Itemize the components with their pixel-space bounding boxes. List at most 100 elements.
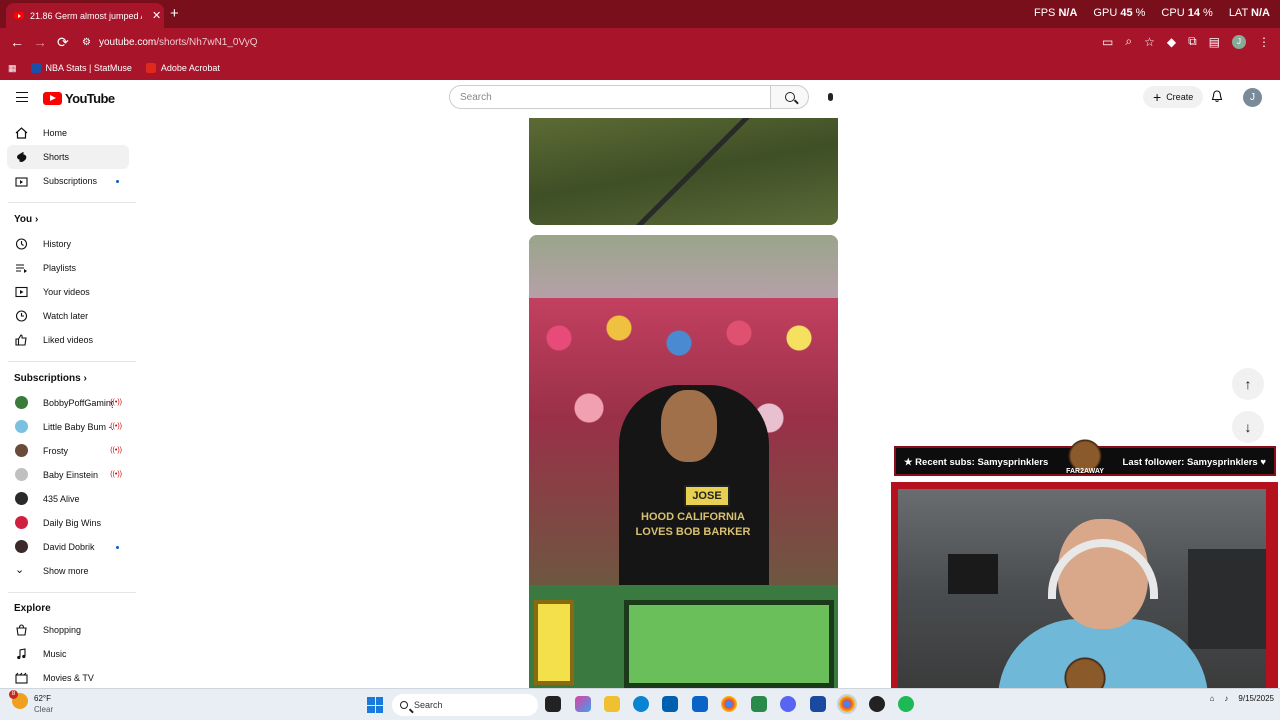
- profile-avatar[interactable]: J: [1232, 34, 1246, 49]
- spotify-icon[interactable]: [898, 696, 914, 712]
- sidebar-item-music[interactable]: Music: [7, 642, 129, 666]
- bookmarks-bar: ▦ NBA Stats | StatMuse Adobe Acrobat: [0, 56, 1280, 80]
- url-field[interactable]: ⚙ youtube.com/shorts/Nh7wN1_0VyQ: [82, 31, 1082, 53]
- sidebar-item-liked-videos[interactable]: Liked videos: [7, 328, 129, 352]
- discord-icon[interactable]: [780, 696, 796, 712]
- volume-icon[interactable]: ♪: [1224, 694, 1228, 703]
- sidebar-item-your-videos[interactable]: Your videos: [7, 280, 129, 304]
- weather-sun-icon: 8: [9, 690, 28, 709]
- copilot-icon[interactable]: [575, 696, 591, 712]
- performance-overlay: FPS N/A GPU 45 % CPU 14 % LAT N/A: [1034, 7, 1270, 19]
- sidebar-item-playlists[interactable]: Playlists: [7, 256, 129, 280]
- weather-widget[interactable]: 8 62°F Clear: [9, 690, 53, 715]
- clock[interactable]: 9/15/2025: [1238, 693, 1274, 704]
- recent-subs-text: ★ Recent subs: Samysprinklers: [904, 457, 1049, 468]
- browser-tab[interactable]: 21.86 Germ almost jumped A n ✕: [6, 3, 164, 28]
- user-avatar[interactable]: J: [1243, 88, 1262, 107]
- forward-arrow-icon[interactable]: →: [33, 34, 47, 50]
- outlook-icon[interactable]: [692, 696, 708, 712]
- zoom-icon[interactable]: ⌕: [1125, 34, 1132, 49]
- edge-icon[interactable]: [633, 696, 649, 712]
- sidebar: Home Shorts Subscriptions You › History …: [0, 118, 137, 688]
- youtube-logo[interactable]: YouTube: [43, 91, 115, 106]
- cast-icon[interactable]: ▭: [1102, 35, 1113, 49]
- windows-taskbar: 8 62°F Clear Search ⌂ ♪ 9/15/2025: [0, 688, 1280, 720]
- address-bar-row: ← → ⟳ ⚙ youtube.com/shorts/Nh7wN1_0VyQ ▭…: [0, 28, 1280, 56]
- extension-icon[interactable]: ◆: [1167, 35, 1176, 49]
- subscription-channel[interactable]: Frosty ((•)): [7, 439, 129, 463]
- chrome-active-icon[interactable]: [837, 694, 857, 714]
- subscription-channel[interactable]: Little Baby Bum -... ((•)): [7, 415, 129, 439]
- next-short-button[interactable]: ↓: [1232, 411, 1264, 443]
- apps-grid-icon[interactable]: ▦: [8, 63, 17, 74]
- chrome-menu-icon[interactable]: ⋮: [1258, 35, 1270, 49]
- sidebar-item-shorts[interactable]: Shorts: [7, 145, 129, 169]
- voice-search-button[interactable]: [820, 87, 840, 107]
- youtube-play-icon: [43, 92, 62, 105]
- windows-start-icon[interactable]: [367, 697, 383, 713]
- subscriptions-icon: [15, 177, 28, 187]
- bookmark-acrobat[interactable]: Adobe Acrobat: [145, 63, 220, 73]
- current-short-video[interactable]: JOSE HOOD CALIFORNIA LOVES BOB BARKER: [529, 235, 838, 688]
- media-icon[interactable]: ▤: [1209, 35, 1220, 49]
- live-icon: ((•)): [110, 423, 122, 430]
- vscode-icon[interactable]: [810, 696, 826, 712]
- chevron-right-icon: ›: [34, 214, 39, 225]
- explore-section-heading: Explore: [14, 603, 51, 614]
- chevron-right-icon: ›: [83, 373, 87, 384]
- network-icon[interactable]: ⌂: [1210, 694, 1215, 703]
- url-host: youtube.com: [98, 36, 157, 48]
- previous-short-button[interactable]: ↑: [1232, 368, 1264, 400]
- search-button[interactable]: [771, 85, 809, 109]
- browser-tab-bar: 21.86 Germ almost jumped A n ✕ + FPS N/A…: [0, 0, 1280, 28]
- cpu-stat: CPU 14 %: [1161, 7, 1213, 19]
- new-content-dot: [116, 546, 119, 549]
- background-wall: [1188, 549, 1266, 649]
- obs-icon[interactable]: [869, 696, 885, 712]
- new-tab-button[interactable]: +: [170, 5, 179, 22]
- sidebar-item-shopping[interactable]: Shopping: [7, 618, 129, 642]
- task-view-icon[interactable]: [545, 696, 561, 712]
- sidebar-item-watch-later[interactable]: Watch later: [7, 304, 129, 328]
- create-button[interactable]: + Create: [1143, 86, 1204, 108]
- subscription-channel[interactable]: David Dobrik: [7, 535, 129, 559]
- site-info-icon[interactable]: ⚙: [82, 37, 91, 48]
- back-arrow-icon[interactable]: ←: [10, 34, 24, 50]
- file-explorer-icon[interactable]: [604, 696, 620, 712]
- tab-close-icon[interactable]: ✕: [152, 9, 161, 22]
- chrome-icon[interactable]: [721, 696, 737, 712]
- calculator-icon[interactable]: [751, 696, 767, 712]
- sidebar-item-history[interactable]: History: [7, 232, 129, 256]
- youtube-header: YouTube Search + Create J: [0, 80, 1280, 118]
- sidebar-item-home[interactable]: Home: [7, 121, 129, 145]
- fps-stat: FPS N/A: [1034, 7, 1078, 19]
- bookmark-statmuse[interactable]: NBA Stats | StatMuse: [30, 63, 132, 73]
- chevron-down-icon: ⌄: [15, 564, 25, 576]
- subscription-channel[interactable]: Daily Big Wins: [7, 511, 129, 535]
- sidebar-item-subscriptions[interactable]: Subscriptions: [7, 169, 129, 193]
- subscription-channel[interactable]: Baby Einstein ((•)): [7, 463, 129, 487]
- reload-icon[interactable]: ⟳: [57, 34, 69, 51]
- extensions-puzzle-icon[interactable]: ⧉: [1188, 34, 1197, 49]
- channel-avatar: [15, 516, 28, 529]
- taskbar-search[interactable]: Search: [392, 694, 538, 716]
- previous-short-video[interactable]: [529, 118, 838, 225]
- star-icon: ★: [904, 457, 913, 468]
- search-input[interactable]: Search: [449, 85, 771, 109]
- your-videos-icon: [15, 286, 28, 298]
- toolbar-icons: ▭ ⌕ ☆ ◆ ⧉ ▤ J ⋮: [1102, 34, 1270, 49]
- subscription-channel[interactable]: 435 Alive: [7, 487, 129, 511]
- sidebar-item-movies-tv[interactable]: Movies & TV: [7, 666, 129, 690]
- plus-icon: +: [1153, 89, 1162, 105]
- show-more-button[interactable]: ⌄ Show more: [7, 559, 129, 583]
- subscriptions-section-heading[interactable]: Subscriptions ›: [14, 373, 87, 384]
- menu-icon[interactable]: [16, 92, 28, 102]
- subscription-channel[interactable]: BobbyPoffGaming ((•)): [7, 391, 129, 415]
- live-icon: ((•)): [110, 447, 122, 454]
- you-section-heading[interactable]: You ›: [14, 214, 38, 225]
- bookmark-star-icon[interactable]: ☆: [1144, 35, 1155, 49]
- home-icon: [15, 127, 28, 139]
- channel-avatar: [15, 492, 28, 505]
- store-icon[interactable]: [662, 696, 678, 712]
- notifications-bell-icon[interactable]: [1211, 90, 1223, 103]
